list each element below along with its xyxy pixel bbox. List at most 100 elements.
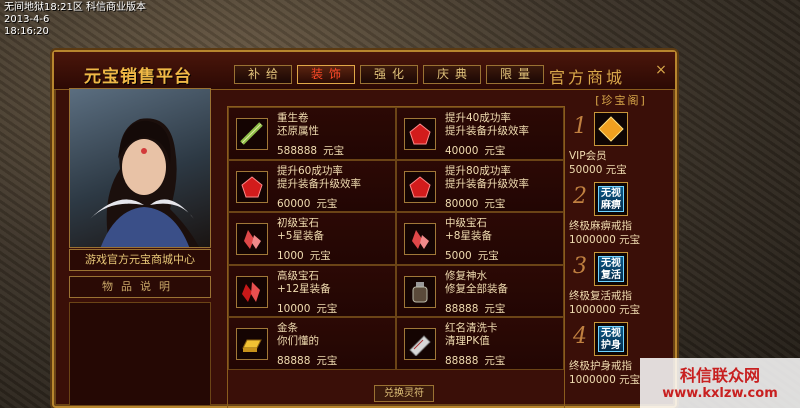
sidebar-item-unit: 元宝 <box>619 304 641 316</box>
ring-badge: 无视麻痹 <box>598 186 624 212</box>
item-unit: 元宝 <box>484 197 506 210</box>
watermark-name: 科信联众网 <box>679 366 760 385</box>
item-name: 高级宝石 <box>277 269 319 282</box>
item-cell[interactable]: 初级宝石 +5星装备 1000 元宝 <box>228 212 396 265</box>
item-grid: 重生卷 还原属性 588888 元宝 提升40成功率 提升装备升级效率 40000 元宝… <box>227 106 565 408</box>
item-unit: 元宝 <box>316 197 338 210</box>
item-desc: +12星装备 <box>277 282 331 295</box>
date-text: 2013-4-6 <box>4 14 50 25</box>
item-cell[interactable]: 重生卷 还原属性 588888 元宝 <box>228 107 396 160</box>
ring-icon: 无视护身 <box>594 322 628 356</box>
item-unit: 元宝 <box>323 145 345 157</box>
red-gem-icon <box>404 170 436 203</box>
item-unit: 元宝 <box>484 355 506 367</box>
item-desc: 你们懂的 <box>277 335 319 347</box>
sidebar-item-name: 终极麻痹戒指 <box>569 220 632 232</box>
item-unit: 元宝 <box>316 302 338 315</box>
time-text: 18:16:20 <box>4 26 49 37</box>
item-cell[interactable]: 提升80成功率 提升装备升级效率 80000 元宝 <box>396 159 564 212</box>
item-unit: 元宝 <box>477 250 499 262</box>
item-cell[interactable]: 金条 你们懂的 88888 元宝 <box>228 317 396 370</box>
item-price: 40000 <box>445 145 479 157</box>
item-cell[interactable]: 提升40成功率 提升装备升级效率 40000 元宝 <box>396 107 564 160</box>
item-unit: 元宝 <box>484 145 506 157</box>
red-gem-icon <box>404 118 436 150</box>
close-icon[interactable]: × <box>653 62 669 78</box>
item-price: 10000 <box>277 302 311 315</box>
sidebar-item-unit: 元宝 <box>605 164 627 176</box>
item-unit: 元宝 <box>316 355 338 367</box>
ring-badge: 无视复活 <box>598 256 624 282</box>
ring-icon: 无视复活 <box>594 252 628 286</box>
item-desc: +5星装备 <box>277 230 324 242</box>
item-desc: 提升装备升级效率 <box>277 177 361 190</box>
item-cell[interactable]: 高级宝石 +12星装备 10000 元宝 <box>228 264 396 317</box>
vip-gem-icon <box>594 112 628 146</box>
scroll-icon <box>236 118 268 150</box>
item-unit: 元宝 <box>309 250 331 262</box>
sidebar-item[interactable]: 2 无视麻痹 终极麻痹戒指 1000000 元宝 <box>569 182 673 248</box>
tab-decoration[interactable]: 装饰 <box>297 65 355 84</box>
rank-number: 1 <box>573 114 587 139</box>
sidebar-header: [珍宝阁] <box>595 94 647 107</box>
title-bar: 元宝销售平台 补给 装饰 强化 庆典 限量 官方商城 × <box>54 52 675 90</box>
server-name: 无间地狱18:21区 科信商业版本 <box>4 2 146 13</box>
rank-number: 3 <box>573 254 587 279</box>
rank-number: 2 <box>573 184 587 209</box>
tab-supply[interactable]: 补给 <box>234 65 292 84</box>
item-desc: 还原属性 <box>277 125 319 137</box>
tab-bar: 补给 装饰 强化 庆典 限量 <box>234 65 544 84</box>
item-name: 提升80成功率 <box>445 164 511 177</box>
item-price: 1000 <box>277 250 304 262</box>
item-desc: 提升装备升级效率 <box>445 177 529 190</box>
item-description-panel <box>69 302 211 406</box>
item-cell[interactable]: 修复神水 修复全部装备 88888 元宝 <box>396 264 564 317</box>
system-info: 无间地狱18:21区 科信商业版本 2013-4-6 18:16:20 <box>4 2 146 38</box>
ring-icon: 无视麻痹 <box>594 182 628 216</box>
shop-window: 元宝销售平台 补给 装饰 强化 庆典 限量 官方商城 × 游戏官方元宝商城中心 … <box>52 50 677 408</box>
item-name: 金条 <box>277 322 298 334</box>
item-desc: +8星装备 <box>445 230 492 242</box>
sidebar-item-name: 终极复活戒指 <box>569 290 632 302</box>
item-name: 重生卷 <box>277 112 309 124</box>
sidebar-item[interactable]: 3 无视复活 终极复活戒指 1000000 元宝 <box>569 252 673 318</box>
red-gem-icon <box>236 170 268 203</box>
item-price: 588888 <box>277 145 318 157</box>
potion-icon <box>404 275 436 308</box>
sidebar-item[interactable]: 1 VIP会员 50000 元宝 <box>569 112 673 178</box>
item-name: 中级宝石 <box>445 217 487 229</box>
character-portrait <box>69 88 211 248</box>
item-desc: 修复全部装备 <box>445 282 508 295</box>
tab-celebration[interactable]: 庆典 <box>423 65 481 84</box>
crystal-icon <box>236 275 268 308</box>
ring-badge: 无视护身 <box>598 326 624 352</box>
item-desc: 提升装备升级效率 <box>445 125 529 137</box>
tab-limited[interactable]: 限量 <box>486 65 544 84</box>
item-cell[interactable]: 提升60成功率 提升装备升级效率 60000 元宝 <box>228 159 396 212</box>
window-title: 元宝销售平台 <box>84 67 192 87</box>
crystal-icon <box>404 223 436 255</box>
exchange-talisman-button[interactable]: 兑换灵符 <box>374 385 434 402</box>
sidebar-item-price: 1000000 <box>569 304 616 316</box>
item-cell[interactable]: 红名清洗卡 清理PK值 88888 元宝 <box>396 317 564 370</box>
item-name: 红名清洗卡 <box>445 322 498 334</box>
item-price: 88888 <box>277 355 311 367</box>
item-price: 80000 <box>445 197 479 210</box>
item-price: 88888 <box>445 355 479 367</box>
tab-enhance[interactable]: 强化 <box>360 65 418 84</box>
item-name: 提升40成功率 <box>445 112 511 124</box>
item-name: 提升60成功率 <box>277 164 343 177</box>
card-icon <box>404 328 436 360</box>
crystal-icon <box>236 223 268 255</box>
item-cell[interactable]: 中级宝石 +8星装备 5000 元宝 <box>396 212 564 265</box>
item-name: 初级宝石 <box>277 217 319 229</box>
sidebar-item-unit: 元宝 <box>619 374 641 386</box>
sidebar-item-name: 终极护身戒指 <box>569 360 632 372</box>
sidebar-item-price: 1000000 <box>569 234 616 246</box>
item-description-header: 物品说明 <box>69 276 211 298</box>
item-price: 60000 <box>277 197 311 210</box>
item-desc: 清理PK值 <box>445 335 490 347</box>
item-unit: 元宝 <box>484 302 506 315</box>
item-price: 5000 <box>445 250 472 262</box>
gold-bar-icon <box>236 328 268 360</box>
